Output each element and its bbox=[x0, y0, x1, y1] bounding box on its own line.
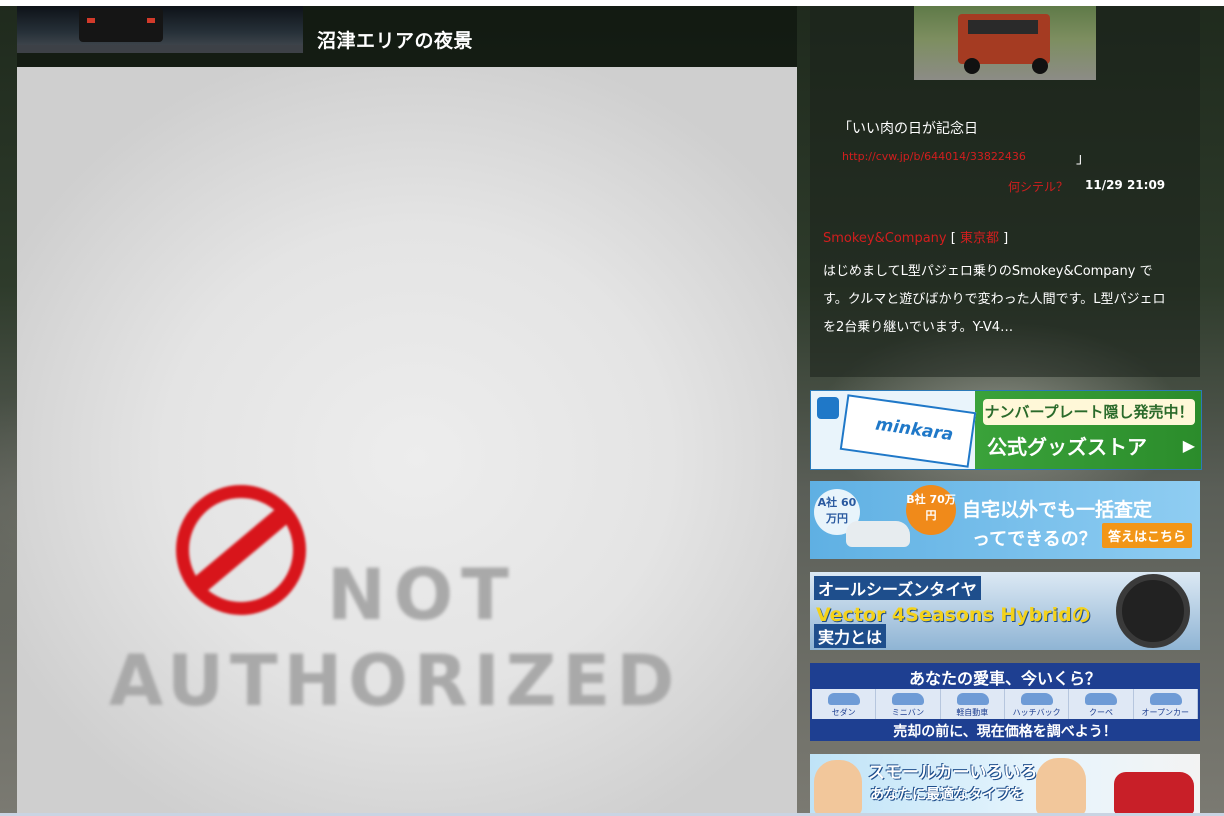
status-message-link[interactable]: http://cvw.jp/b/644014/33822436 bbox=[842, 150, 1026, 163]
tail-light bbox=[147, 18, 155, 23]
red-car-image bbox=[1114, 772, 1194, 814]
car-icon bbox=[846, 521, 910, 547]
thumbnail-road bbox=[17, 45, 303, 53]
what-are-you-doing-link[interactable]: 何シテル？ bbox=[1008, 178, 1068, 195]
post-thumbnail[interactable] bbox=[17, 6, 303, 53]
post-title[interactable]: 沼津エリアの夜景 bbox=[317, 26, 473, 53]
tire-icon bbox=[1116, 574, 1190, 648]
banner-text: 売却の前に、現在価格を調べよう！ bbox=[893, 724, 1117, 740]
banner-text: オールシーズンタイヤ bbox=[814, 576, 981, 600]
banner-minkara-store[interactable]: minkara ナンバープレート隠し発売中！ 公式グッズストア ▶ bbox=[810, 390, 1202, 470]
main-image: NOT AUTHORIZED bbox=[17, 67, 797, 813]
not-authorized-text-line2: AUTHORIZED bbox=[109, 640, 681, 722]
jeep-image bbox=[958, 14, 1050, 64]
user-name-link[interactable]: Smokey&Company bbox=[823, 231, 947, 246]
status-timestamp: 11/29 21:09 bbox=[1085, 178, 1166, 192]
character-illustration bbox=[1036, 758, 1086, 816]
banner-text: あなたの愛車、今いくら？ bbox=[908, 669, 1101, 688]
banner-text: Vector 4Seasons Hybridの bbox=[816, 604, 1091, 626]
banner-all-season-tire[interactable]: オールシーズンタイヤ Vector 4Seasons Hybridの 実力とは bbox=[810, 572, 1200, 650]
bracket-open: [ bbox=[950, 231, 956, 246]
thumbnail-car bbox=[79, 8, 163, 42]
wheel bbox=[1032, 58, 1048, 74]
profile-photo[interactable] bbox=[914, 6, 1096, 80]
car-category-minivan[interactable]: ミニバン bbox=[876, 689, 941, 719]
banner-text: 自宅以外でも一括査定 bbox=[962, 499, 1153, 521]
user-line: Smokey&Company [ 東京都 ] bbox=[823, 227, 1008, 246]
arrow-right-icon: ▶ bbox=[1182, 436, 1195, 455]
banner-small-car[interactable]: スモールカーいろいろ あなたに最適なタイプを bbox=[810, 754, 1200, 816]
banner-text: 公式グッズストア bbox=[987, 435, 1147, 459]
banner-car-appraisal[interactable]: A社 60万円 B社 70万円 自宅以外でも一括査定 ってできるの？ 答えはこち… bbox=[810, 481, 1200, 559]
tail-light bbox=[87, 18, 95, 23]
wheel bbox=[964, 58, 980, 74]
banner-text: スモールカーいろいろ bbox=[868, 763, 1038, 783]
banner-text: あなたに最適なタイプを bbox=[870, 787, 1024, 803]
status-message: 「いい肉の日が記念日 bbox=[838, 121, 978, 137]
price-badge-b: B社 70万円 bbox=[906, 485, 956, 535]
tag-icon bbox=[817, 397, 839, 419]
character-illustration bbox=[814, 760, 862, 816]
car-category-hatchback[interactable]: ハッチバック bbox=[1005, 689, 1070, 719]
banner-car-value[interactable]: あなたの愛車、今いくら？ セダン ミニバン 軽自動車 ハッチバック クーペ オー… bbox=[810, 663, 1200, 741]
car-category-coupe[interactable]: クーペ bbox=[1069, 689, 1134, 719]
banner-cta: 答えはこちら bbox=[1101, 523, 1192, 548]
status-message-close: 」 bbox=[1076, 151, 1090, 167]
user-intro: はじめましてL型パジェロ乗りのSmokey&Company です。クルマと遊びば… bbox=[823, 264, 1166, 335]
user-region-link[interactable]: 東京都 bbox=[960, 231, 999, 246]
banner-text: 実力とは bbox=[814, 624, 887, 648]
banner-text: ナンバープレート隠し発売中！ bbox=[983, 399, 1195, 425]
car-category-list: セダン ミニバン 軽自動車 ハッチバック クーペ オープンカー bbox=[812, 689, 1198, 719]
minkara-logo: minkara bbox=[874, 414, 955, 446]
not-authorized-text-line1: NOT bbox=[327, 554, 517, 636]
prohibited-icon bbox=[176, 485, 306, 615]
car-category-kei[interactable]: 軽自動車 bbox=[941, 689, 1005, 719]
license-plate-cover: minkara bbox=[839, 394, 977, 468]
bracket-close: ] bbox=[1003, 231, 1009, 246]
car-category-sedan[interactable]: セダン bbox=[812, 689, 877, 719]
car-category-open[interactable]: オープンカー bbox=[1134, 689, 1198, 719]
banner-text: ってできるの？ bbox=[972, 529, 1097, 550]
